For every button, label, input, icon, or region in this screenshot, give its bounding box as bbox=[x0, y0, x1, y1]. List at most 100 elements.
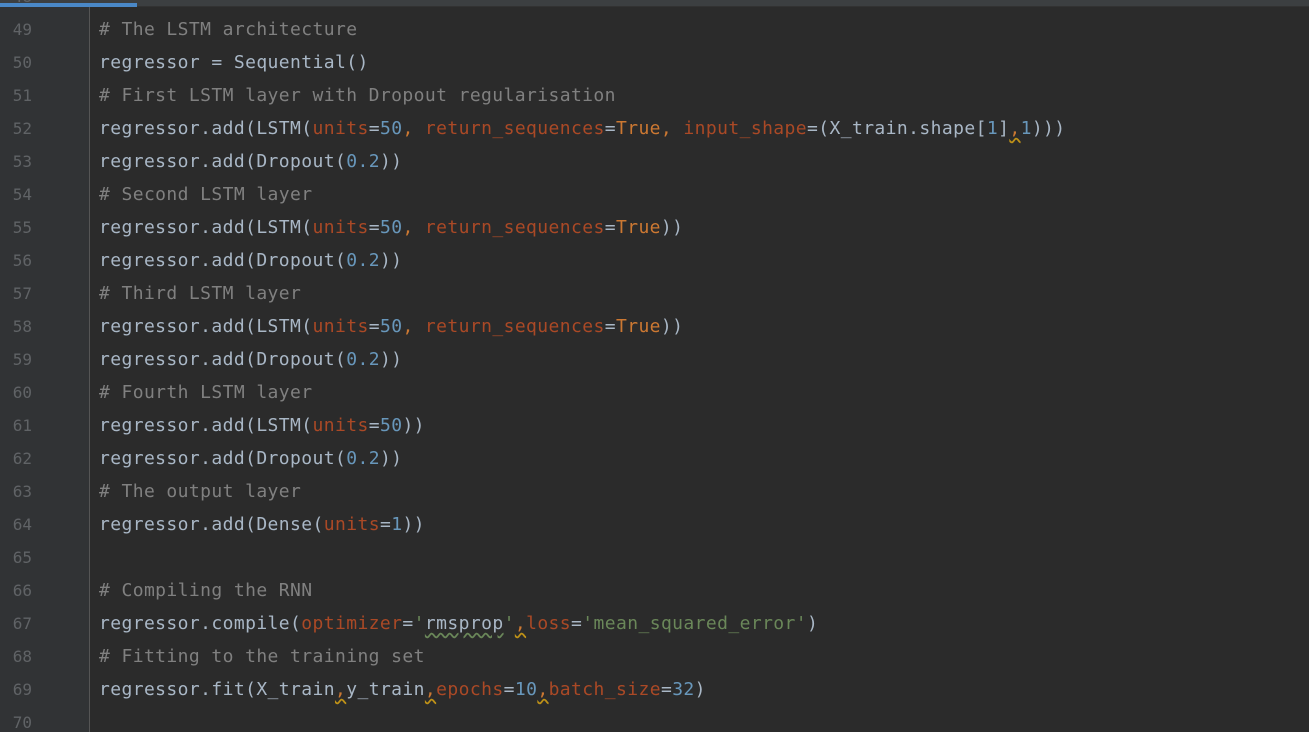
code-token: , bbox=[402, 217, 425, 238]
line-code[interactable]: regressor.add(Dropout(0.2)) bbox=[99, 145, 402, 178]
line-code[interactable]: # Third LSTM layer bbox=[99, 277, 301, 310]
line-code[interactable]: regressor.compile(optimizer='rmsprop',lo… bbox=[99, 607, 818, 640]
line-code[interactable]: regressor.add(Dense(units=1)) bbox=[99, 508, 425, 541]
code-token: return_sequences bbox=[424, 316, 605, 337]
line-number: 51 bbox=[12, 86, 32, 105]
code-line[interactable]: 68 # Fitting to the training set bbox=[0, 640, 1309, 673]
line-code[interactable]: # First LSTM layer with Dropout regulari… bbox=[99, 79, 616, 112]
line-number: 69 bbox=[12, 680, 32, 699]
code-line[interactable]: 60 # Fourth LSTM layer bbox=[0, 376, 1309, 409]
code-line[interactable]: 58 regressor.add(LSTM(units=50, return_se… bbox=[0, 310, 1309, 343]
code-token: regressor.add(Dropout( bbox=[99, 250, 347, 271]
code-token: regressor.add(Dense( bbox=[99, 514, 324, 535]
line-code[interactable]: regressor.add(LSTM(units=50, return_sequ… bbox=[99, 211, 683, 244]
code-line[interactable]: 63 # The output layer bbox=[0, 475, 1309, 508]
code-token: 0.2 bbox=[346, 151, 380, 172]
code-token: 50 bbox=[379, 217, 403, 238]
code-token: , bbox=[334, 679, 347, 700]
code-token: , bbox=[537, 679, 549, 700]
code-token: # The LSTM architecture bbox=[99, 19, 358, 40]
code-token: )) bbox=[379, 349, 403, 370]
code-line[interactable]: 53 regressor.add(Dropout(0.2)) bbox=[0, 145, 1309, 178]
code-token: ] bbox=[998, 118, 1010, 139]
code-line[interactable]: 69 regressor.fit(X_train,y_train,epochs=1… bbox=[0, 673, 1309, 706]
line-number: 61 bbox=[12, 416, 32, 435]
code-line[interactable]: 59 regressor.add(Dropout(0.2)) bbox=[0, 343, 1309, 376]
code-line[interactable]: 64 regressor.add(Dense(units=1)) bbox=[0, 508, 1309, 541]
code-token: , bbox=[402, 118, 425, 139]
line-number: 52 bbox=[12, 119, 32, 138]
code-token: regressor.add(Dropout( bbox=[99, 448, 347, 469]
code-token: # Second LSTM layer bbox=[99, 184, 313, 205]
code-line[interactable]: 61 regressor.add(LSTM(units=50)) bbox=[0, 409, 1309, 442]
line-number: 60 bbox=[12, 383, 32, 402]
code-token: # Compiling the RNN bbox=[99, 580, 313, 601]
code-token: units bbox=[312, 217, 369, 238]
code-token: = bbox=[402, 613, 414, 634]
code-line[interactable]: 65 bbox=[0, 541, 1309, 574]
code-line[interactable]: 66 # Compiling the RNN bbox=[0, 574, 1309, 607]
line-code[interactable]: # Fourth LSTM layer bbox=[99, 376, 313, 409]
code-token: = bbox=[604, 118, 616, 139]
code-token: return_sequences bbox=[424, 118, 605, 139]
code-token: = bbox=[503, 679, 515, 700]
line-code[interactable]: regressor.add(Dropout(0.2)) bbox=[99, 442, 402, 475]
code-line[interactable]: 49 # The LSTM architecture bbox=[0, 13, 1309, 46]
code-editor[interactable]: 48 49 # The LSTM architecture 50 regressor =… bbox=[0, 0, 1309, 732]
code-token: = bbox=[368, 217, 380, 238]
code-line[interactable]: 56 regressor.add(Dropout(0.2)) bbox=[0, 244, 1309, 277]
line-number: 64 bbox=[12, 515, 32, 534]
code-line[interactable]: 55 regressor.add(LSTM(units=50, return_se… bbox=[0, 211, 1309, 244]
line-number: 56 bbox=[12, 251, 32, 270]
code-token: 1 bbox=[986, 118, 999, 139]
code-token: = bbox=[571, 613, 583, 634]
code-line[interactable]: 54 # Second LSTM layer bbox=[0, 178, 1309, 211]
code-token: 1 bbox=[1020, 118, 1032, 139]
code-lines[interactable]: 48 49 # The LSTM architecture 50 regressor =… bbox=[0, 0, 1309, 732]
code-token: = bbox=[368, 316, 380, 337]
code-token: ) bbox=[694, 679, 706, 700]
code-line[interactable]: 50 regressor = Sequential() bbox=[0, 46, 1309, 79]
code-line[interactable]: 51 # First LSTM layer with Dropout regula… bbox=[0, 79, 1309, 112]
line-code[interactable]: regressor.add(Dropout(0.2)) bbox=[99, 343, 402, 376]
line-number: 58 bbox=[12, 317, 32, 336]
line-code[interactable]: regressor.add(Dropout(0.2)) bbox=[99, 244, 402, 277]
line-code[interactable]: # The LSTM architecture bbox=[99, 13, 357, 46]
code-line[interactable]: 48 bbox=[0, 0, 1309, 13]
code-token: regressor.add(Dropout( bbox=[99, 349, 347, 370]
line-code[interactable]: regressor.add(LSTM(units=50)) bbox=[99, 409, 425, 442]
code-line[interactable]: 67 regressor.compile(optimizer='rmsprop',… bbox=[0, 607, 1309, 640]
code-token: regressor.add(Dropout( bbox=[99, 151, 347, 172]
code-token: return_sequences bbox=[424, 217, 605, 238]
code-line[interactable]: 62 regressor.add(Dropout(0.2)) bbox=[0, 442, 1309, 475]
code-token: 1 bbox=[391, 514, 403, 535]
code-token: )) bbox=[379, 151, 403, 172]
line-code[interactable]: regressor = Sequential() bbox=[99, 46, 369, 79]
code-token: regressor.add(LSTM( bbox=[99, 415, 313, 436]
line-code[interactable]: # Fitting to the training set bbox=[99, 640, 425, 673]
line-code[interactable]: # Compiling the RNN bbox=[99, 574, 313, 607]
code-token: batch_size bbox=[548, 679, 661, 700]
code-token: , bbox=[1009, 118, 1021, 139]
code-line[interactable]: 57 # Third LSTM layer bbox=[0, 277, 1309, 310]
line-code[interactable]: regressor.fit(X_train,y_train,epochs=10,… bbox=[99, 673, 706, 706]
code-line[interactable]: 52 regressor.add(LSTM(units=50, return_se… bbox=[0, 112, 1309, 145]
code-token: regressor.compile( bbox=[99, 613, 302, 634]
code-token: 50 bbox=[379, 415, 403, 436]
code-token: )) bbox=[402, 514, 425, 535]
code-token: = bbox=[604, 217, 616, 238]
code-token: regressor = Sequential() bbox=[99, 52, 369, 73]
code-token: 10 bbox=[514, 679, 538, 700]
line-number: 59 bbox=[12, 350, 32, 369]
code-token: y_train bbox=[346, 679, 425, 700]
line-code[interactable]: regressor.add(LSTM(units=50, return_sequ… bbox=[99, 310, 683, 343]
line-code[interactable]: regressor.add(LSTM(units=50, return_sequ… bbox=[99, 112, 1066, 145]
code-token: 0.2 bbox=[346, 250, 380, 271]
code-token: ) bbox=[807, 613, 819, 634]
line-code[interactable]: # The output layer bbox=[99, 475, 301, 508]
code-line[interactable]: 70 bbox=[0, 706, 1309, 732]
code-token: # First LSTM layer with Dropout regulari… bbox=[99, 85, 616, 106]
line-code[interactable]: # Second LSTM layer bbox=[99, 178, 313, 211]
code-token: regressor.add(LSTM( bbox=[99, 118, 313, 139]
code-token: True bbox=[615, 316, 661, 337]
